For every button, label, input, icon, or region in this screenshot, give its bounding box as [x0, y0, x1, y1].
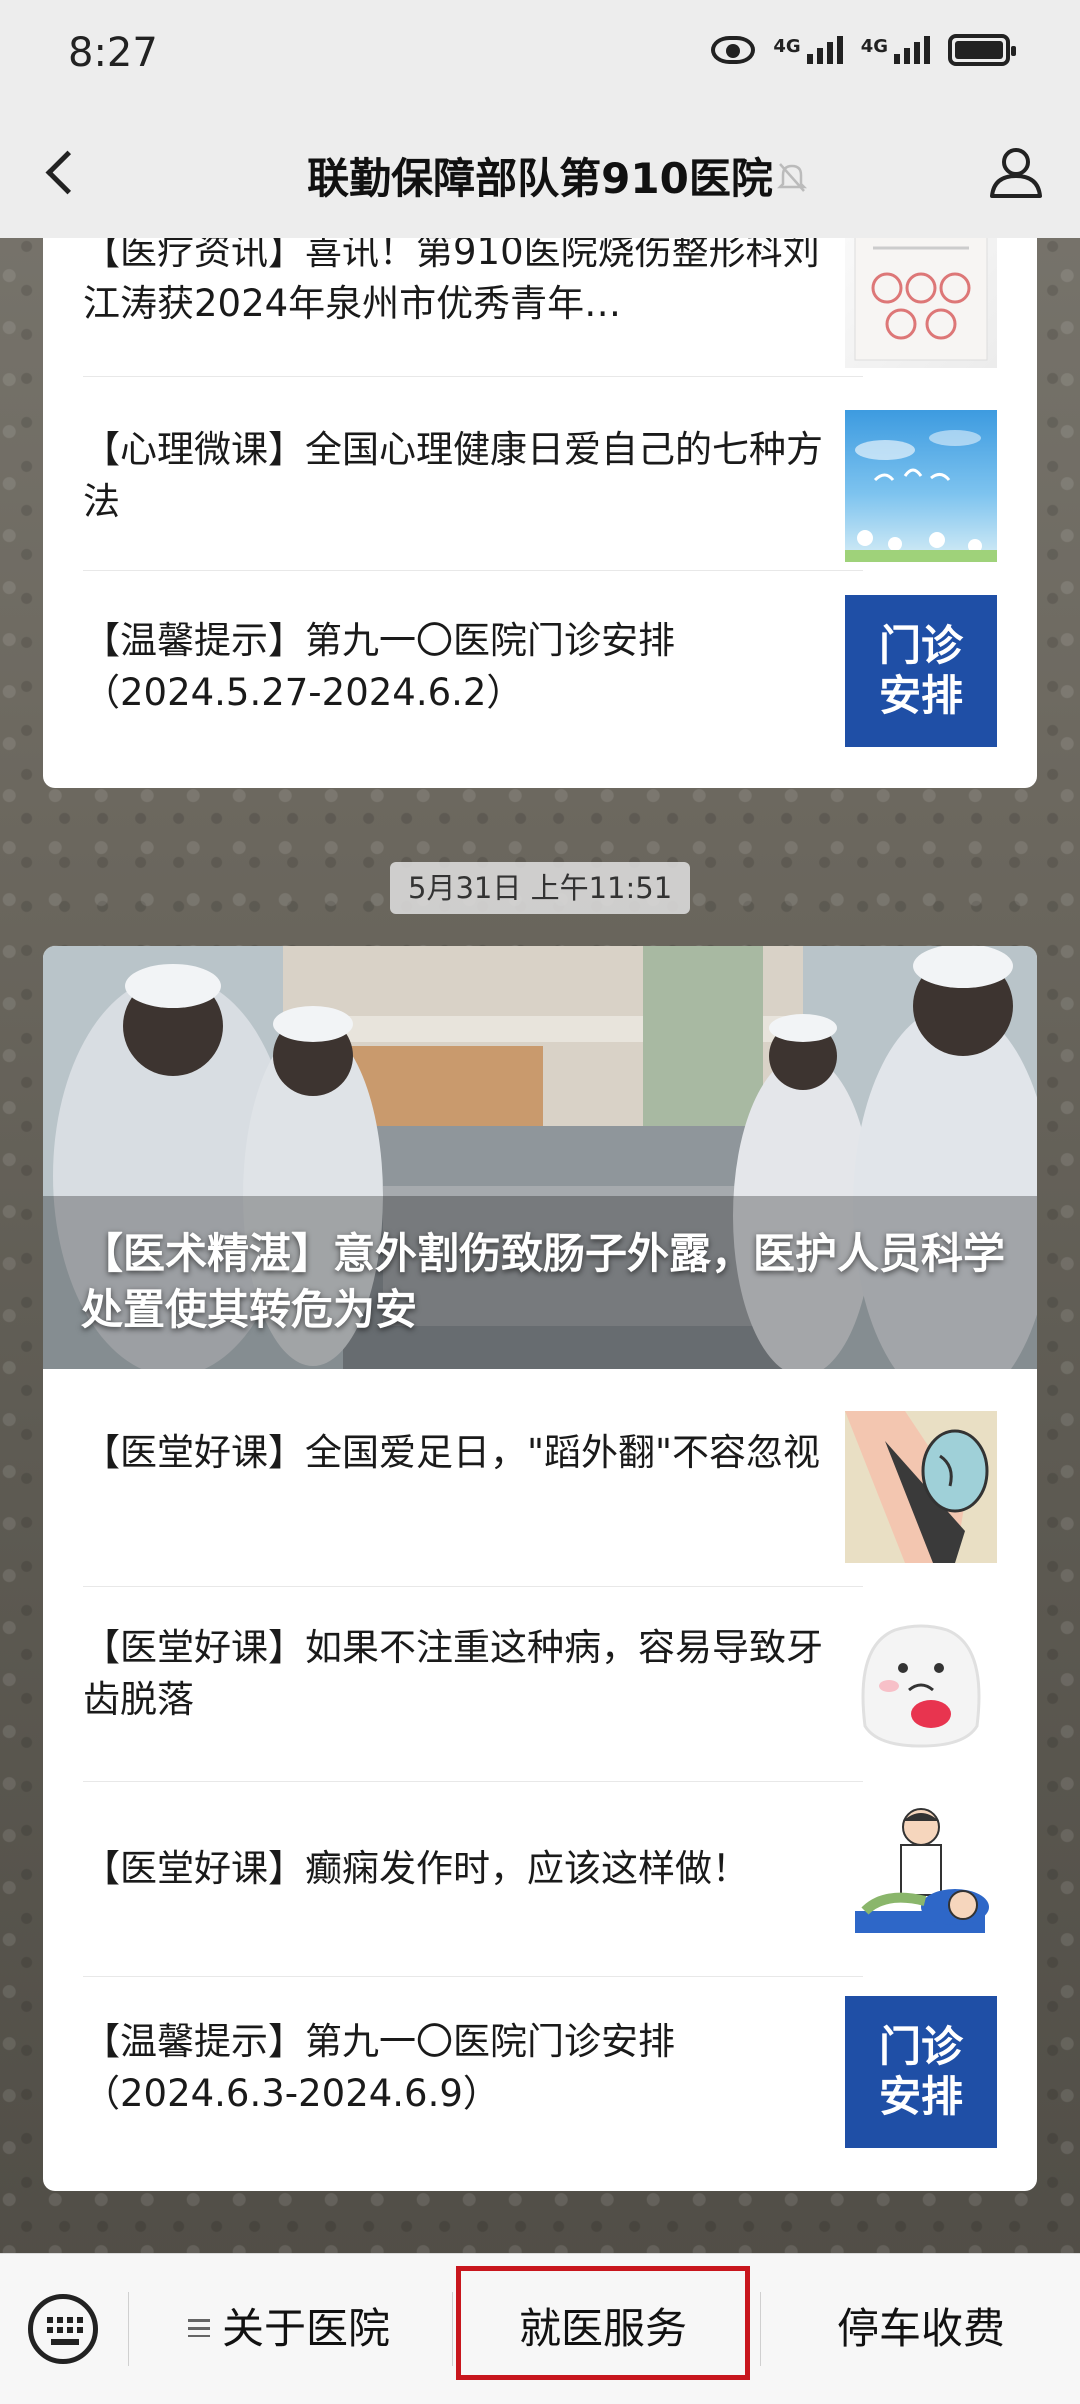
menu-separator	[760, 2292, 761, 2366]
award-certificate-image	[845, 216, 997, 368]
keyboard-icon[interactable]	[28, 2294, 98, 2364]
hero-title: 【医术精湛】意外割伤致肠子外露，医护人员科学处置使其转危为安	[81, 1229, 1006, 1334]
divider	[83, 1976, 863, 1977]
article-item[interactable]: 【温馨提示】第九一〇医院门诊安排（2024.6.3-2024.6.9） 门诊 安…	[83, 1996, 997, 2156]
sky-flowers-image	[845, 410, 997, 562]
highlight-box	[456, 2266, 750, 2380]
article-title: 【医疗资讯】喜讯！第910医院烧伤整形科刘江涛获2024年泉州市优秀青年…	[83, 230, 820, 325]
article-item[interactable]: 【温馨提示】第九一〇医院门诊安排（2024.5.27-2024.6.2） 门诊 …	[83, 595, 997, 755]
article-card: 【医术精湛】意外割伤致肠子外露，医护人员科学处置使其转危为安 【医堂好课】全国爱…	[43, 946, 1037, 2191]
article-card: 【医疗资讯】喜讯！第910医院烧伤整形科刘江涛获2024年泉州市优秀青年… 【心…	[43, 200, 1037, 788]
signal-icon-2: 4G	[861, 36, 930, 64]
menu-lines-icon	[187, 2318, 210, 2337]
network-type-1: 4G	[773, 36, 801, 57]
profile-icon[interactable]	[986, 142, 1046, 202]
article-item[interactable]: 【医堂好课】全国爱足日，"蹈外翻"不容忽视	[83, 1411, 997, 1571]
status-icons: 4G 4G	[711, 34, 1016, 66]
article-title: 【温馨提示】第九一〇医院门诊安排（2024.5.27-2024.6.2）	[83, 619, 675, 714]
menu-label: 停车收费	[836, 2304, 1005, 2353]
article-item[interactable]: 【医堂好课】如果不注重这种病，容易导致牙齿脱落	[83, 1606, 997, 1766]
divider	[83, 1781, 863, 1782]
divider	[83, 570, 863, 571]
article-item[interactable]: 【医堂好课】癫痫发作时，应该这样做！	[83, 1801, 997, 1961]
tooth-cartoon-image	[845, 1606, 997, 1758]
hero-article[interactable]: 【医术精湛】意外割伤致肠子外露，医护人员科学处置使其转危为安	[43, 946, 1037, 1369]
message-timestamp: 5月31日 上午11:51	[390, 862, 691, 914]
article-title: 【医堂好课】癫痫发作时，应该这样做！	[83, 1847, 749, 1890]
battery-icon	[948, 34, 1016, 66]
foot-high-heel-image	[845, 1411, 997, 1563]
divider	[83, 376, 863, 377]
article-title: 【医堂好课】全国爱足日，"蹈外翻"不容忽视	[83, 1431, 821, 1474]
article-title: 【心理微课】全国心理健康日爱自己的七种方法	[83, 428, 823, 523]
status-time: 8:27	[68, 30, 158, 76]
signal-icon-1: 4G	[773, 36, 843, 64]
article-item[interactable]: 【心理微课】全国心理健康日爱自己的七种方法	[83, 410, 997, 570]
clinic-schedule-image: 门诊 安排	[845, 595, 997, 747]
top-bar: 8:27 4G 4G 联勤保障部队第910医院	[0, 0, 1080, 238]
article-title: 【医堂好课】如果不注重这种病，容易导致牙齿脱落	[83, 1626, 823, 1721]
menu-separator	[128, 2292, 129, 2366]
menu-separator	[452, 2292, 453, 2366]
page-title: 联勤保障部队第910医院	[307, 154, 773, 203]
article-title: 【温馨提示】第九一〇医院门诊安排（2024.6.3-2024.6.9）	[83, 2020, 675, 2115]
schedule-label: 门诊 安排	[878, 621, 963, 720]
schedule-label: 门诊 安排	[878, 2022, 963, 2121]
article-item[interactable]: 【医疗资讯】喜讯！第910医院烧伤整形科刘江涛获2024年泉州市优秀青年…	[83, 216, 997, 386]
doctor-patient-cartoon-image	[845, 1801, 997, 1953]
menu-parking-fee[interactable]: 停车收费	[762, 2254, 1080, 2404]
menu-label: 关于医院	[221, 2304, 390, 2353]
menu-about-hospital[interactable]: 关于医院	[130, 2254, 448, 2404]
divider	[83, 1586, 863, 1587]
eye-icon	[711, 36, 756, 64]
mute-bell-icon	[777, 163, 807, 192]
network-type-2: 4G	[860, 36, 888, 57]
clinic-schedule-image: 门诊 安排	[845, 1996, 997, 2148]
